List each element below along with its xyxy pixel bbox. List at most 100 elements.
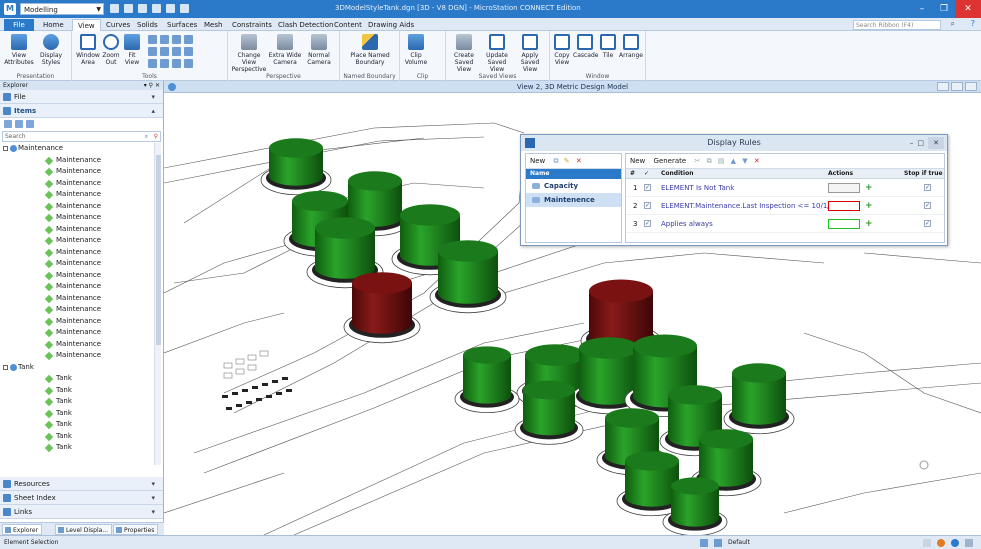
explorer-search-input[interactable]: Search ⌕ ⚲	[2, 131, 161, 142]
tree-group[interactable]: Tank	[0, 362, 163, 374]
apply-saved-view-button[interactable]: Apply Saved View	[514, 34, 546, 73]
zoom-out-button[interactable]: Zoom Out	[101, 34, 121, 66]
refresh-icon[interactable]	[4, 120, 12, 128]
rule-row[interactable]: 1 ✓ ELEMENT Is Not Tank + ✓	[626, 179, 944, 197]
section-links[interactable]: Links ▾	[0, 505, 163, 519]
view-minimize-button[interactable]	[937, 82, 949, 91]
refresh-icon[interactable]	[184, 47, 193, 56]
previous-view-icon[interactable]	[148, 47, 157, 56]
tank[interactable]	[454, 346, 520, 414]
tree-item[interactable]: Tank	[0, 431, 163, 443]
grid-icon[interactable]	[965, 539, 973, 547]
panel-controls[interactable]: ▾ ⚲ ✕	[144, 81, 160, 90]
add-action-icon[interactable]: +	[865, 215, 873, 233]
tank[interactable]	[662, 477, 728, 535]
tab-content[interactable]: Content	[329, 19, 367, 31]
tree-item[interactable]: Tank	[0, 396, 163, 408]
tree-group[interactable]: Maintenance	[0, 143, 163, 155]
walk-icon[interactable]	[184, 35, 193, 44]
tree-item[interactable]: Tank	[0, 419, 163, 431]
search-icon[interactable]: ⌕	[145, 132, 148, 141]
redo-icon[interactable]	[152, 4, 161, 13]
rule-row[interactable]: 2 ✓ ELEMENT.Maintenance.Last Inspection <=…	[626, 197, 944, 215]
minimize-button[interactable]: –	[911, 0, 933, 18]
change-view-perspective-button[interactable]: Change View Perspective	[230, 34, 268, 73]
arrange-button[interactable]: Arrange	[619, 34, 643, 59]
undo-icon[interactable]	[138, 4, 147, 13]
tab-explorer[interactable]: Explorer	[2, 524, 42, 535]
expand-toggle-icon[interactable]	[3, 146, 8, 151]
move-up-icon[interactable]: ▲	[731, 157, 736, 165]
pan-icon[interactable]	[172, 35, 181, 44]
copy-view-button[interactable]: Copy View	[552, 34, 572, 66]
tree-item[interactable]: Maintenance	[0, 224, 163, 236]
dialog-minimize-button[interactable]: –	[910, 137, 914, 149]
zoom-in-icon[interactable]	[148, 35, 157, 44]
view-icon[interactable]	[923, 539, 931, 547]
copy-view-icon[interactable]	[172, 47, 181, 56]
tree-item[interactable]: Maintenance	[0, 201, 163, 213]
tree-item[interactable]: Tank	[0, 408, 163, 420]
update-icon[interactable]	[184, 59, 193, 68]
tab-drawing-aids[interactable]: Drawing Aids	[363, 19, 419, 31]
tree-item[interactable]: Tank	[0, 373, 163, 385]
copy-icon[interactable]: ⧉	[707, 157, 712, 165]
help-icon[interactable]: ?	[971, 19, 975, 28]
tab-solids[interactable]: Solids	[132, 19, 163, 31]
tank[interactable]	[260, 138, 332, 196]
tab-curves[interactable]: Curves	[101, 19, 135, 31]
display-styles-button[interactable]: Display Styles	[36, 34, 66, 66]
move-down-icon[interactable]: ▼	[742, 157, 747, 165]
search-icon[interactable]: ⌕	[951, 19, 955, 29]
normal-camera-button[interactable]: Normal Camera	[302, 34, 336, 66]
tank[interactable]	[429, 240, 507, 314]
tank[interactable]	[514, 380, 584, 445]
edit-icon[interactable]: ✎	[564, 157, 570, 165]
tank[interactable]	[723, 363, 795, 435]
section-items[interactable]: Items ▴	[0, 104, 163, 118]
tab-home[interactable]: Home	[38, 19, 69, 31]
extra-wide-camera-button[interactable]: Extra Wide Camera	[268, 34, 302, 66]
tab-view[interactable]: View	[72, 19, 101, 31]
add-action-icon[interactable]: +	[865, 197, 873, 215]
app-icon[interactable]: M	[4, 3, 16, 15]
save-icon[interactable]	[110, 4, 119, 13]
copy-icon[interactable]: ⧉	[554, 157, 559, 165]
section-resources[interactable]: Resources ▾	[0, 477, 163, 491]
tree-item[interactable]: Maintenance	[0, 235, 163, 247]
tree-item[interactable]: Maintenance	[0, 247, 163, 259]
view-attributes-button[interactable]: View Attributes	[4, 34, 34, 66]
rule-condition[interactable]: ELEMENT.Maintenance.Last Inspection <= 1…	[661, 197, 847, 215]
view-maximize-button[interactable]	[951, 82, 963, 91]
tree-item[interactable]: Maintenance	[0, 339, 163, 351]
cascade-button[interactable]: Cascade	[573, 34, 598, 59]
next-view-icon[interactable]	[160, 47, 169, 56]
rule-set-capacity[interactable]: Capacity	[526, 179, 621, 193]
tree-item[interactable]: Maintenance	[0, 270, 163, 282]
tree-item[interactable]: Maintenance	[0, 304, 163, 316]
maximize-button[interactable]: ❐	[933, 0, 955, 18]
new-rule-button[interactable]: New	[630, 157, 645, 165]
add-action-icon[interactable]: +	[865, 179, 873, 197]
expand-toggle-icon[interactable]	[3, 364, 8, 370]
delete-icon[interactable]: ✕	[576, 157, 582, 165]
tree-item[interactable]: Tank	[0, 442, 163, 454]
filter-icon[interactable]	[15, 120, 23, 128]
tree-item[interactable]: Maintenance	[0, 189, 163, 201]
view-close-button[interactable]	[965, 82, 977, 91]
tree-item[interactable]: Maintenance	[0, 350, 163, 362]
paste-icon[interactable]: ▤	[718, 157, 725, 165]
tab-file[interactable]: File	[4, 19, 34, 31]
tree-item[interactable]: Maintenance	[0, 316, 163, 328]
stop-if-true-checkbox[interactable]: ✓	[924, 184, 931, 191]
create-saved-view-button[interactable]: Create Saved View	[448, 34, 480, 73]
update-saved-view-button[interactable]: Update Saved View	[481, 34, 513, 73]
rule-action-swatch[interactable]	[828, 201, 860, 211]
lock-icon[interactable]	[714, 539, 722, 547]
search-items-icon[interactable]	[26, 120, 34, 128]
section-file[interactable]: File ▾	[0, 90, 163, 104]
tab-constraints[interactable]: Constraints	[227, 19, 277, 31]
tree-item[interactable]: Maintenance	[0, 166, 163, 178]
rule-enabled-checkbox[interactable]: ✓	[644, 184, 651, 191]
rule-row[interactable]: 3 ✓ Applies always + ✓	[626, 215, 944, 233]
